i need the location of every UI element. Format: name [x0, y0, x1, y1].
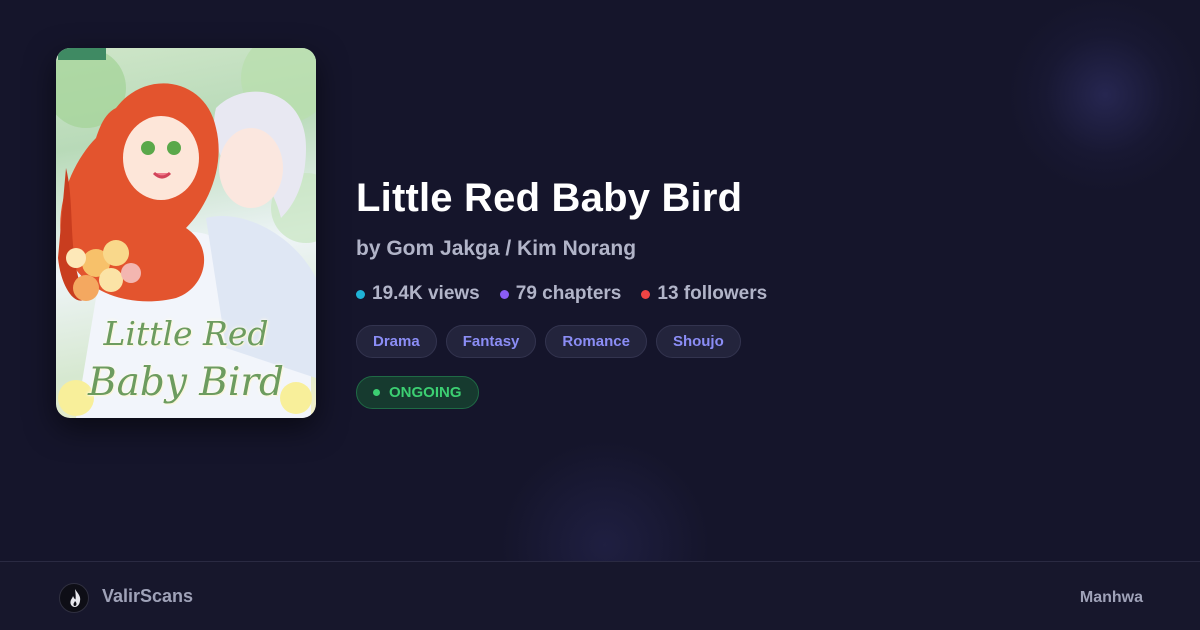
- genre-tag-romance[interactable]: Romance: [545, 325, 647, 358]
- followers-dot-icon: [641, 289, 651, 299]
- stat-views: 19.4K views: [356, 283, 480, 305]
- flame-icon: [70, 589, 81, 607]
- stat-chapters-label: 79 chapters: [515, 283, 622, 304]
- series-stats: 19.4K views 79 chapters 13 followers: [356, 283, 767, 305]
- site-name[interactable]: ValirScans: [102, 586, 193, 607]
- cover-title-line1: Little Red: [103, 314, 269, 353]
- status-label: ONGOING: [389, 384, 462, 401]
- cover-title-line2: Baby Bird: [87, 360, 285, 405]
- stat-followers-label: 13 followers: [657, 283, 768, 304]
- genre-tag-drama[interactable]: Drama: [356, 325, 437, 358]
- genre-tag-shoujo[interactable]: Shoujo: [655, 325, 741, 358]
- genre-list: Drama Fantasy Romance Shoujo: [356, 325, 767, 358]
- genre-tag-fantasy[interactable]: Fantasy: [445, 325, 537, 358]
- stat-followers: 13 followers: [641, 283, 767, 305]
- views-dot-icon: [356, 289, 365, 299]
- status-dot-icon: [373, 389, 380, 396]
- series-title: Little Red Baby Bird: [356, 176, 743, 220]
- cover-image: Little Red Baby Bird: [56, 48, 316, 418]
- series-authors: by Gom Jakga / Kim Norang: [356, 237, 637, 260]
- stat-chapters: 79 chapters: [499, 283, 622, 305]
- stat-views-label: 19.4K views: [372, 283, 480, 304]
- site-logo[interactable]: [59, 583, 89, 613]
- publisher-tag: [58, 48, 106, 60]
- chapters-dot-icon: [499, 289, 509, 299]
- series-info: Little Red Baby Bird by Gom Jakga / Kim …: [356, 176, 767, 409]
- background-glow-top-right: [1010, 0, 1200, 190]
- footer: ValirScans Manhwa: [0, 561, 1200, 630]
- status-badge: ONGOING: [356, 376, 479, 409]
- series-type: Manhwa: [1079, 589, 1143, 606]
